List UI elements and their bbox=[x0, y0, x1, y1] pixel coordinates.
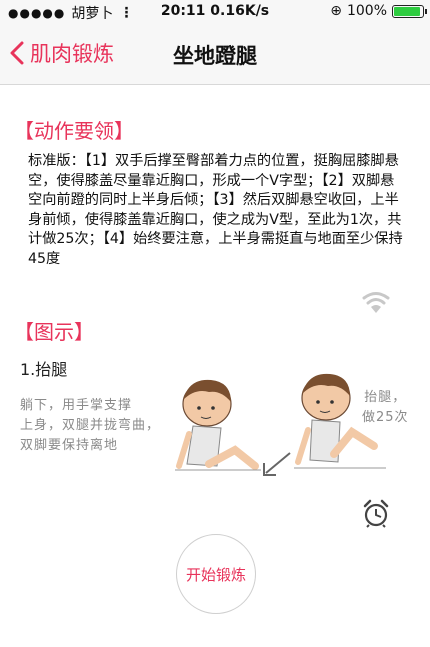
status-speed: 0.16K/s bbox=[210, 3, 270, 19]
instructions-text: 标准版：【1】双手后撑至臀部着力点的位置，挺胸屈膝脚悬空，使得膝盖尽量靠近胸口，… bbox=[28, 153, 403, 267]
status-right: ⊕ 100% bbox=[330, 3, 427, 19]
battery-icon bbox=[392, 4, 427, 18]
battery-percent: 100% bbox=[346, 3, 387, 19]
alarm-clock-icon[interactable] bbox=[362, 498, 390, 528]
back-button[interactable]: 肌肉锻炼 bbox=[10, 38, 114, 68]
arrow-icon bbox=[263, 452, 291, 476]
nav-bar: 肌肉锻炼 坐地蹬腿 bbox=[0, 24, 430, 85]
illustration-panel: 1.抬腿 躺下，用手掌支撑 上身，双腿并拢弯曲， 双脚要保持离地 抬腿， 做25… bbox=[10, 356, 420, 534]
rotation-lock-icon: ⊕ bbox=[330, 3, 342, 19]
chevron-left-icon bbox=[10, 41, 24, 65]
exercise-figure-2 bbox=[294, 373, 386, 469]
section-title-figure: 【图示】 bbox=[14, 320, 94, 344]
wifi-signal-icon[interactable] bbox=[362, 290, 390, 314]
status-time: 20:11 bbox=[160, 3, 206, 19]
step-title: 1.抬腿 bbox=[20, 360, 68, 379]
battery-fill bbox=[394, 6, 420, 16]
start-workout-button[interactable]: 开始锻炼 bbox=[176, 534, 256, 614]
section-title-points: 【动作要领】 bbox=[14, 119, 134, 143]
back-label: 肌肉锻炼 bbox=[30, 42, 114, 66]
note-left: 躺下，用手掌支撑 上身，双腿并拢弯曲， 双脚要保持离地 bbox=[20, 398, 161, 453]
status-bar: ●●●●● 胡萝卜 ⋮ 20:11 0.16K/s ⊕ 100% bbox=[0, 0, 430, 24]
exercise-figure-1 bbox=[175, 379, 261, 471]
battery-tip bbox=[425, 8, 427, 14]
page-title: 坐地蹬腿 bbox=[173, 44, 257, 68]
